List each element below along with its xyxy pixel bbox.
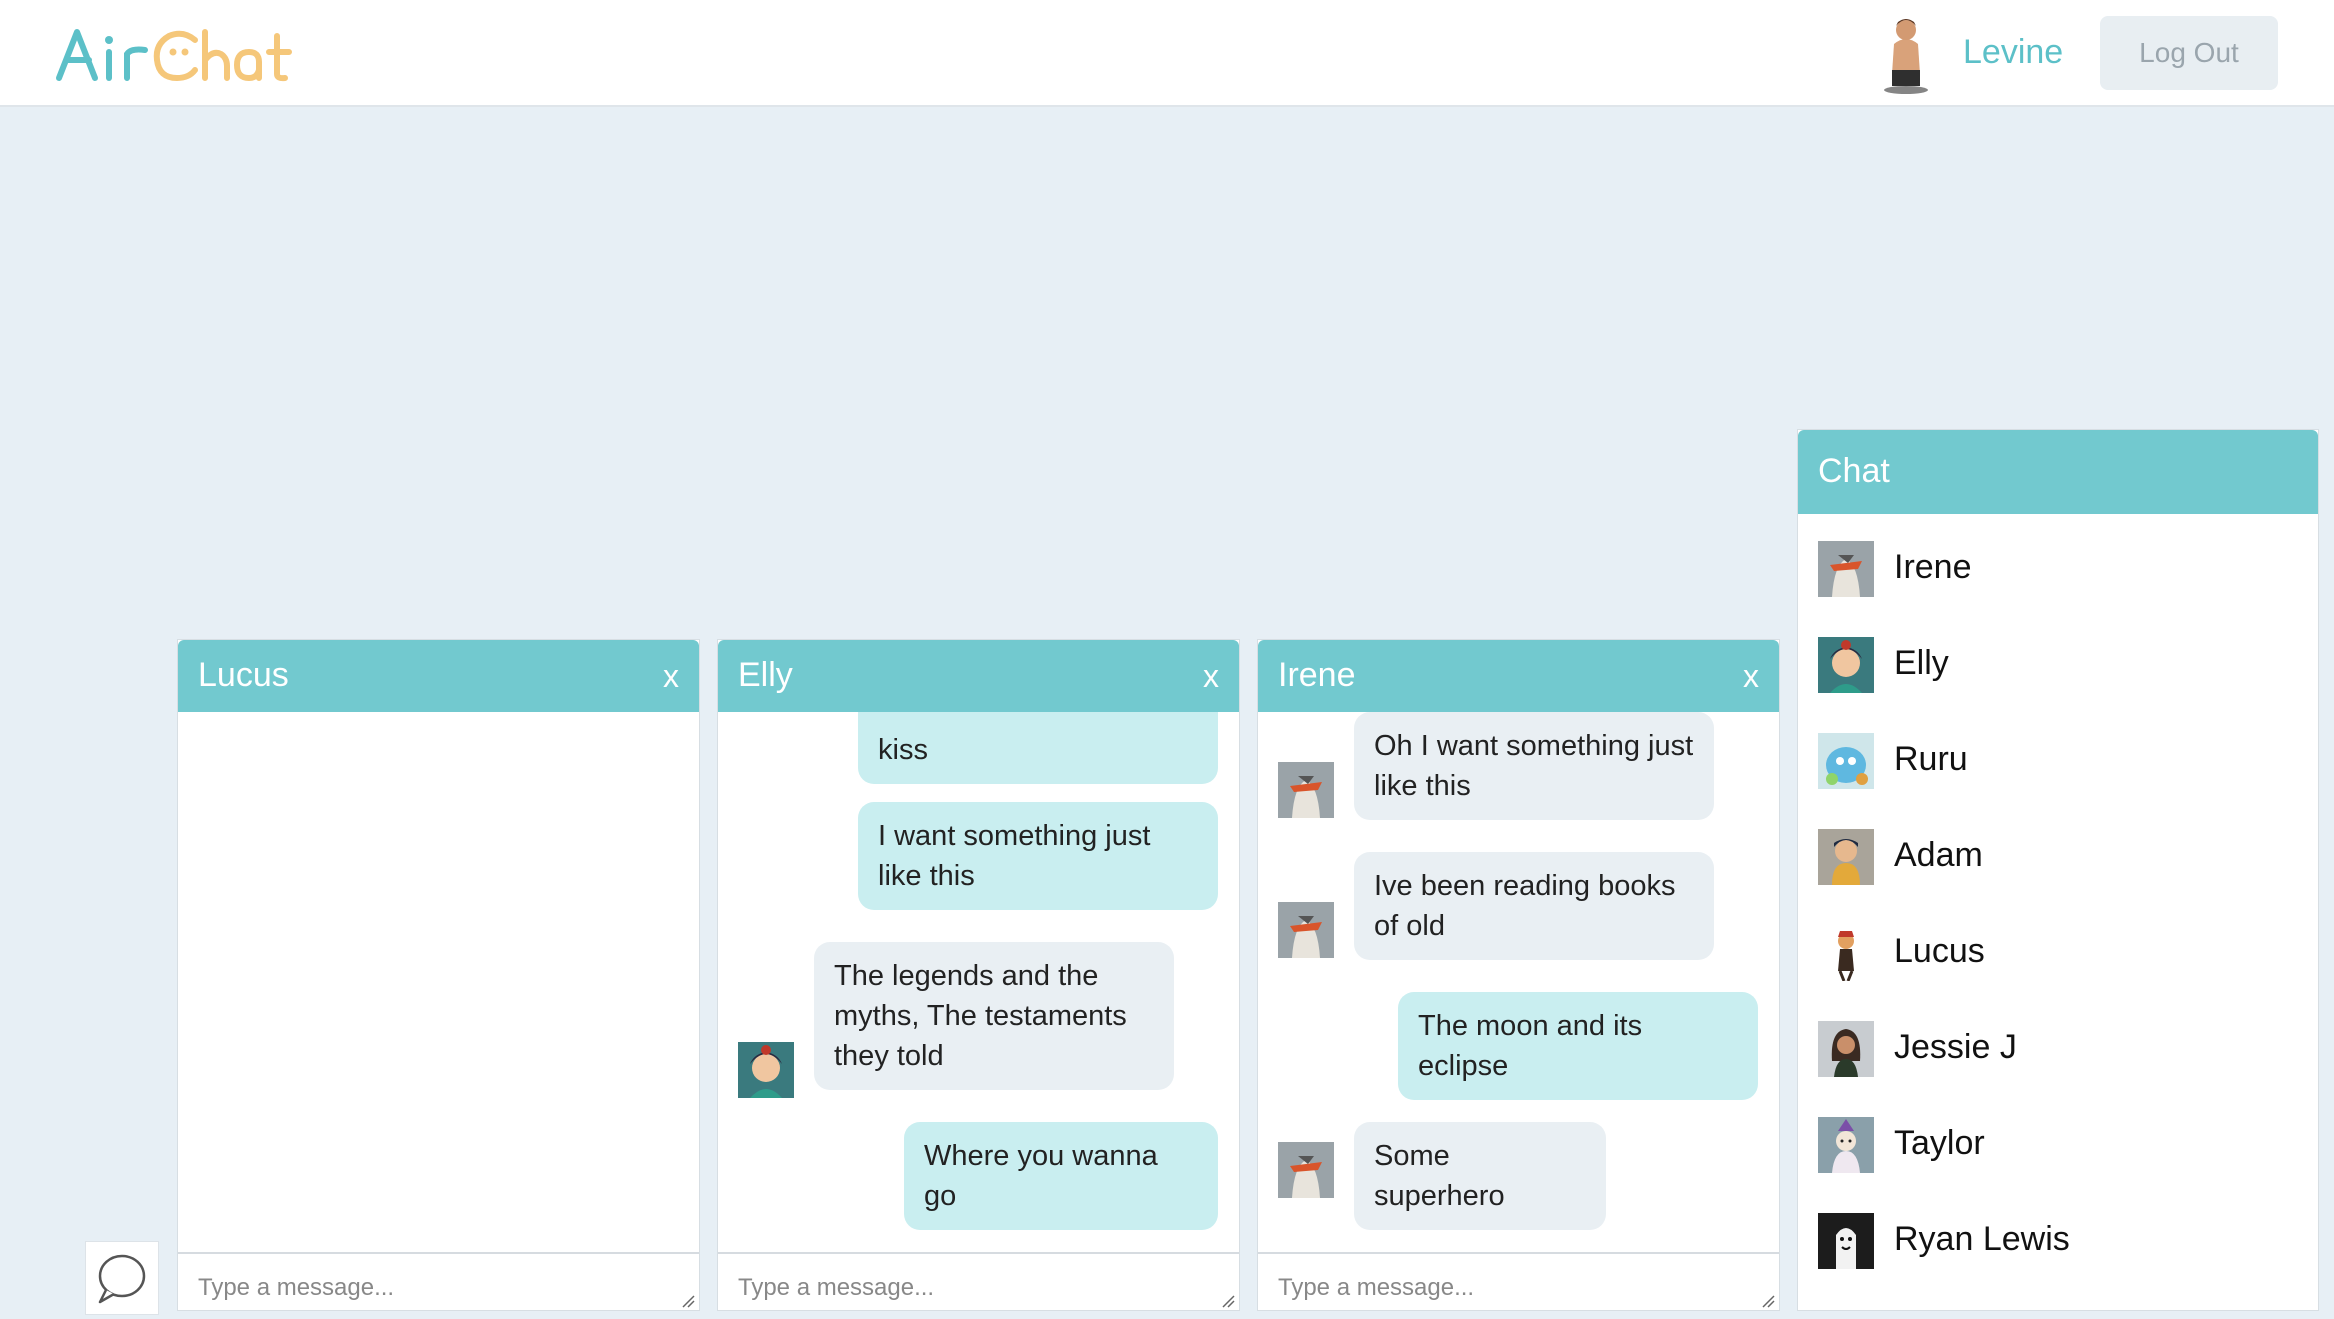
contact-item-lucus[interactable]: Lucus xyxy=(1798,910,2318,1000)
contact-name: Lucus xyxy=(1894,932,1985,970)
message-input[interactable] xyxy=(178,1254,699,1312)
message-bubble-incoming: Ive been reading books of old xyxy=(1354,852,1714,960)
resize-grip-icon[interactable] xyxy=(681,1294,695,1308)
message-bubble-incoming: Oh I want something just like this xyxy=(1354,712,1714,820)
contact-avatar xyxy=(1818,1213,1874,1269)
contact-avatar xyxy=(1818,829,1874,885)
contact-item-jessie-j[interactable]: Jessie J xyxy=(1798,1006,2318,1096)
contact-name: Adam xyxy=(1894,836,1983,874)
speech-bubble-icon xyxy=(98,1254,146,1304)
close-chat-button[interactable]: x xyxy=(1203,658,1219,695)
resize-grip-icon[interactable] xyxy=(1761,1294,1775,1308)
irene-avatar xyxy=(1278,762,1334,818)
chat-window-lucus: Lucus x xyxy=(178,640,699,1312)
resize-grip-icon[interactable] xyxy=(1221,1294,1235,1308)
message-bubble-incoming: The legends and the myths, The testament… xyxy=(814,942,1174,1090)
message-bubble-outgoing: I want something just like this xyxy=(858,802,1218,910)
message-list[interactable]: Oh I want something just like this Ive b… xyxy=(1258,712,1779,1252)
contact-avatar xyxy=(1818,733,1874,789)
top-header: Levine Log Out xyxy=(0,0,2334,107)
contact-avatar xyxy=(1818,541,1874,597)
contact-avatar xyxy=(1818,925,1874,981)
elly-avatar xyxy=(738,1042,794,1098)
chat-toggle-button[interactable] xyxy=(86,1242,158,1314)
message-list[interactable]: kiss I want something just like this The… xyxy=(718,712,1239,1252)
message-composer xyxy=(1258,1252,1779,1312)
irene-avatar xyxy=(1278,1142,1334,1198)
irene-avatar xyxy=(1278,902,1334,958)
chat-window-irene: Irene x Oh I want something just like th… xyxy=(1258,640,1779,1312)
chat-window-title: Irene xyxy=(1278,656,1356,694)
contact-name: Ruru xyxy=(1894,740,1968,778)
message-bubble-incoming: Some superhero xyxy=(1354,1122,1606,1230)
close-chat-button[interactable]: x xyxy=(1743,658,1759,695)
chat-window-header: Irene x xyxy=(1258,640,1779,712)
contacts-panel-title: Chat xyxy=(1818,452,1890,490)
contact-item-adam[interactable]: Adam xyxy=(1798,814,2318,904)
message-bubble-outgoing: kiss xyxy=(858,712,1218,784)
close-chat-button[interactable]: x xyxy=(663,658,679,695)
logout-button[interactable]: Log Out xyxy=(2100,16,2278,90)
chat-window-elly: Elly x kiss I want something just like t… xyxy=(718,640,1239,1312)
contact-item-ryan-lewis[interactable]: Ryan Lewis xyxy=(1798,1198,2318,1288)
chat-window-header: Elly x xyxy=(718,640,1239,712)
message-input[interactable] xyxy=(1258,1254,1779,1312)
current-user-name[interactable]: Levine xyxy=(1963,30,2063,74)
contact-name: Taylor xyxy=(1894,1124,1985,1162)
message-input[interactable] xyxy=(718,1254,1239,1312)
contact-name: Jessie J xyxy=(1894,1028,2017,1066)
chat-window-header: Lucus x xyxy=(178,640,699,712)
message-list[interactable] xyxy=(178,712,699,1252)
airchat-logo[interactable] xyxy=(55,22,295,86)
contact-avatar xyxy=(1818,1021,1874,1077)
message-composer xyxy=(178,1252,699,1312)
contact-name: Elly xyxy=(1894,644,1949,682)
contact-name: Irene xyxy=(1894,548,1972,586)
chat-window-title: Lucus xyxy=(198,656,289,694)
contact-name: Ryan Lewis xyxy=(1894,1220,2070,1258)
message-bubble-outgoing: Where you wanna go xyxy=(904,1122,1218,1230)
user-avatar[interactable] xyxy=(1876,14,1936,94)
chat-window-title: Elly xyxy=(738,656,793,694)
contact-item-elly[interactable]: Elly xyxy=(1798,622,2318,712)
contact-avatar xyxy=(1818,637,1874,693)
message-composer xyxy=(718,1252,1239,1312)
message-bubble-outgoing: The moon and its eclipse xyxy=(1398,992,1758,1100)
contacts-panel-header: Chat xyxy=(1798,430,2318,514)
contact-item-ruru[interactable]: Ruru xyxy=(1798,718,2318,808)
contact-item-taylor[interactable]: Taylor xyxy=(1798,1102,2318,1192)
contact-item-irene[interactable]: Irene xyxy=(1798,526,2318,616)
contact-avatar xyxy=(1818,1117,1874,1173)
contacts-panel: Chat Irene Elly Ruru Adam Lucus Jessie J… xyxy=(1798,430,2318,1310)
